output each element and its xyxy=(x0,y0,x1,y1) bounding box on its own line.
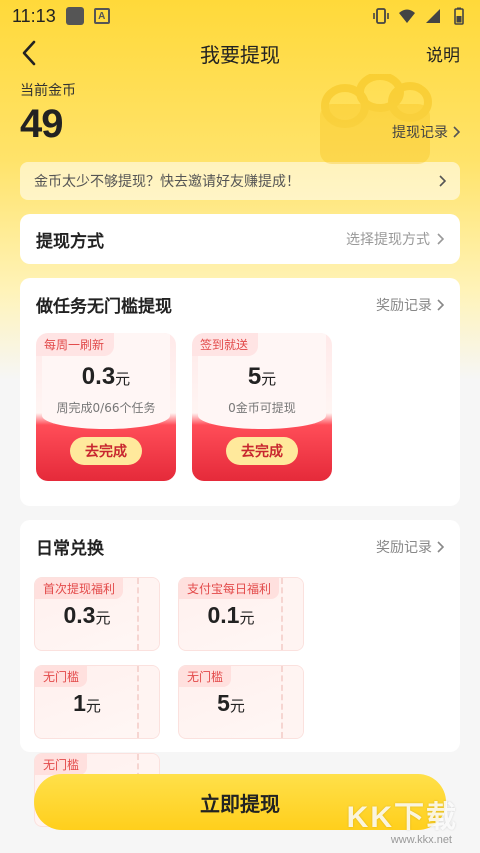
exchange-tile[interactable]: 无门槛 5元 xyxy=(178,665,304,739)
daily-section-title: 日常兑换 xyxy=(36,539,104,559)
task-tag: 每周一刷新 xyxy=(36,333,115,356)
chevron-right-icon xyxy=(437,298,444,311)
withdraw-record-label: 提现记录 xyxy=(392,125,448,141)
withdraw-method-title: 提现方式 xyxy=(36,231,104,252)
notification-icon xyxy=(65,7,84,25)
exchange-amount: 1元 xyxy=(73,690,101,716)
exchange-tile[interactable]: 首次提现福利 0.3元 xyxy=(34,577,160,651)
exchange-tag: 无门槛 xyxy=(35,754,88,775)
exchange-tag: 无门槛 xyxy=(179,666,232,687)
task-desc: 周完成0/66个任务 xyxy=(56,401,156,415)
invite-banner-text: 金币太少不够提现？快去邀请好友赚提成！ xyxy=(34,174,300,190)
reward-record-label: 奖励记录 xyxy=(376,539,432,556)
daily-exchange-section: 日常兑换 奖励记录 首次提现福利 0.3元 支付宝每日福利 0.1元 无门槛 1… xyxy=(20,520,460,827)
select-method-label: 选择提现方式 xyxy=(346,232,430,248)
chevron-right-icon xyxy=(437,540,444,553)
coin-wallet-decoration-icon xyxy=(320,74,432,164)
chevron-right-icon xyxy=(437,233,444,245)
task-withdraw-section: 做任务无门槛提现 奖励记录 每周一刷新 0.3元 周完成0/66个任务 去完成 … xyxy=(20,278,460,506)
exchange-amount: 0.1元 xyxy=(207,602,255,628)
task-section-title: 做任务无门槛提现 xyxy=(36,297,172,317)
withdraw-record-link[interactable]: 提现记录 xyxy=(392,122,460,142)
daily-reward-record-link[interactable]: 奖励记录 xyxy=(376,537,444,557)
exchange-amount: 5元 xyxy=(217,690,245,716)
task-amount: 0.3元 xyxy=(81,363,131,390)
watermark-logo: KK下载 xyxy=(346,801,458,834)
exchange-amount: 0.3元 xyxy=(63,602,111,628)
exchange-tag: 支付宝每日福利 xyxy=(179,578,280,599)
watermark-url: www.kkx.net xyxy=(390,834,452,846)
task-reward-record-link[interactable]: 奖励记录 xyxy=(376,295,444,315)
battery-icon xyxy=(454,7,464,25)
task-tile[interactable]: 签到就送 5元 0金币可提现 去完成 xyxy=(192,333,332,481)
wifi-icon xyxy=(399,9,415,23)
exchange-tile[interactable]: 支付宝每日福利 0.1元 xyxy=(178,577,304,651)
invite-banner[interactable]: 金币太少不够提现？快去邀请好友赚提成！ xyxy=(20,162,460,200)
status-bar: 11:13 A xyxy=(0,0,480,32)
nav-bar: 我要提现 说明 xyxy=(0,32,480,74)
task-tag: 签到就送 xyxy=(192,333,259,356)
page-title: 我要提现 xyxy=(200,42,280,67)
help-link[interactable]: 说明 xyxy=(426,41,460,66)
chevron-right-icon xyxy=(453,126,460,138)
chevron-left-icon xyxy=(22,40,36,66)
exchange-tag: 首次提现福利 xyxy=(35,578,124,599)
go-complete-button[interactable]: 去完成 xyxy=(226,437,298,465)
exchange-tag: 无门槛 xyxy=(35,666,88,687)
chevron-right-icon xyxy=(439,175,446,187)
task-tile[interactable]: 每周一刷新 0.3元 周完成0/66个任务 去完成 xyxy=(36,333,176,481)
task-amount: 5元 xyxy=(247,363,277,390)
coins-summary: 当前金币 49 提现记录 xyxy=(0,74,480,164)
go-complete-button[interactable]: 去完成 xyxy=(70,437,142,465)
vibrate-icon xyxy=(373,8,389,24)
status-time: 11:13 xyxy=(12,5,56,26)
app-notification-icon: A xyxy=(93,8,110,24)
withdraw-method-row[interactable]: 提现方式 选择提现方式 xyxy=(20,214,460,264)
exchange-tile[interactable]: 无门槛 1元 xyxy=(34,665,160,739)
select-method-link[interactable]: 选择提现方式 xyxy=(346,229,444,249)
signal-icon xyxy=(426,9,440,23)
reward-record-label: 奖励记录 xyxy=(376,297,432,314)
task-desc: 0金币可提现 xyxy=(228,401,296,415)
back-button[interactable] xyxy=(14,36,44,70)
